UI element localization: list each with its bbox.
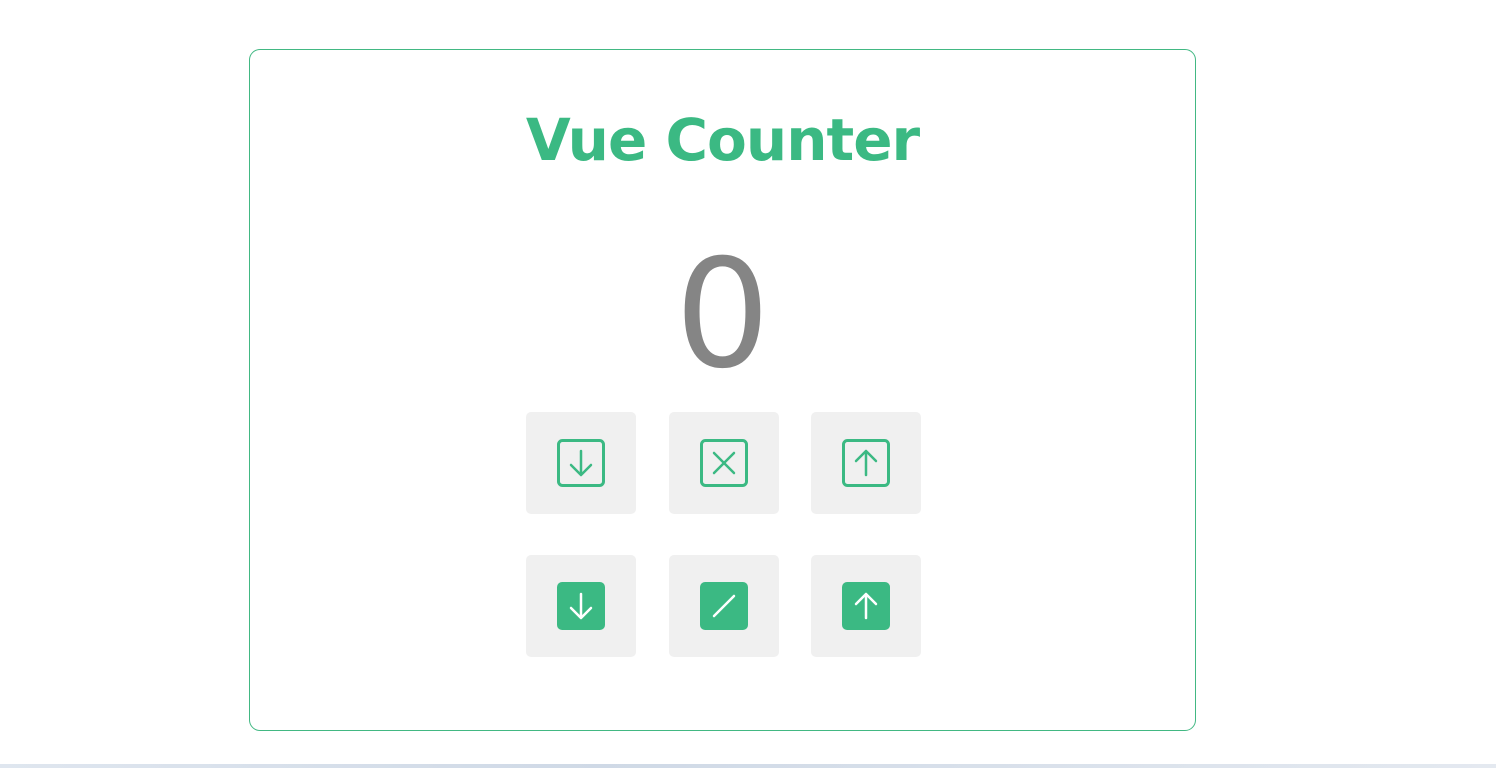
arrow-up-square-outline-icon [842,439,890,487]
counter-value: 0 [674,228,771,402]
arrow-down-square-filled-icon [557,582,605,630]
x-square-outline-icon [700,439,748,487]
slash-square-filled-icon [700,582,748,630]
arrow-down-square-outline-icon [557,439,605,487]
window-bottom-edge [0,764,1496,768]
reset-outline-button[interactable] [669,412,779,514]
slash-filled-button[interactable] [669,555,779,657]
increment-outline-button[interactable] [811,412,921,514]
decrement-outline-button[interactable] [526,412,636,514]
arrow-up-square-filled-icon [842,582,890,630]
increment-filled-button[interactable] [811,555,921,657]
app-title: Vue Counter [525,106,920,174]
decrement-filled-button[interactable] [526,555,636,657]
